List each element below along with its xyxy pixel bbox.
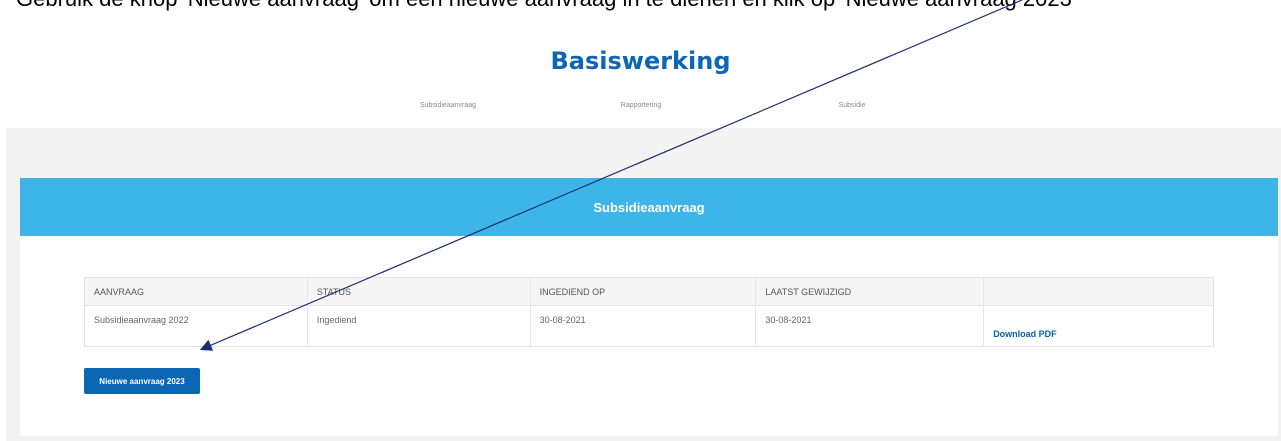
- annotation-arrow-line: [199, 0, 1023, 351]
- annotation-arrow: [199, 0, 1023, 351]
